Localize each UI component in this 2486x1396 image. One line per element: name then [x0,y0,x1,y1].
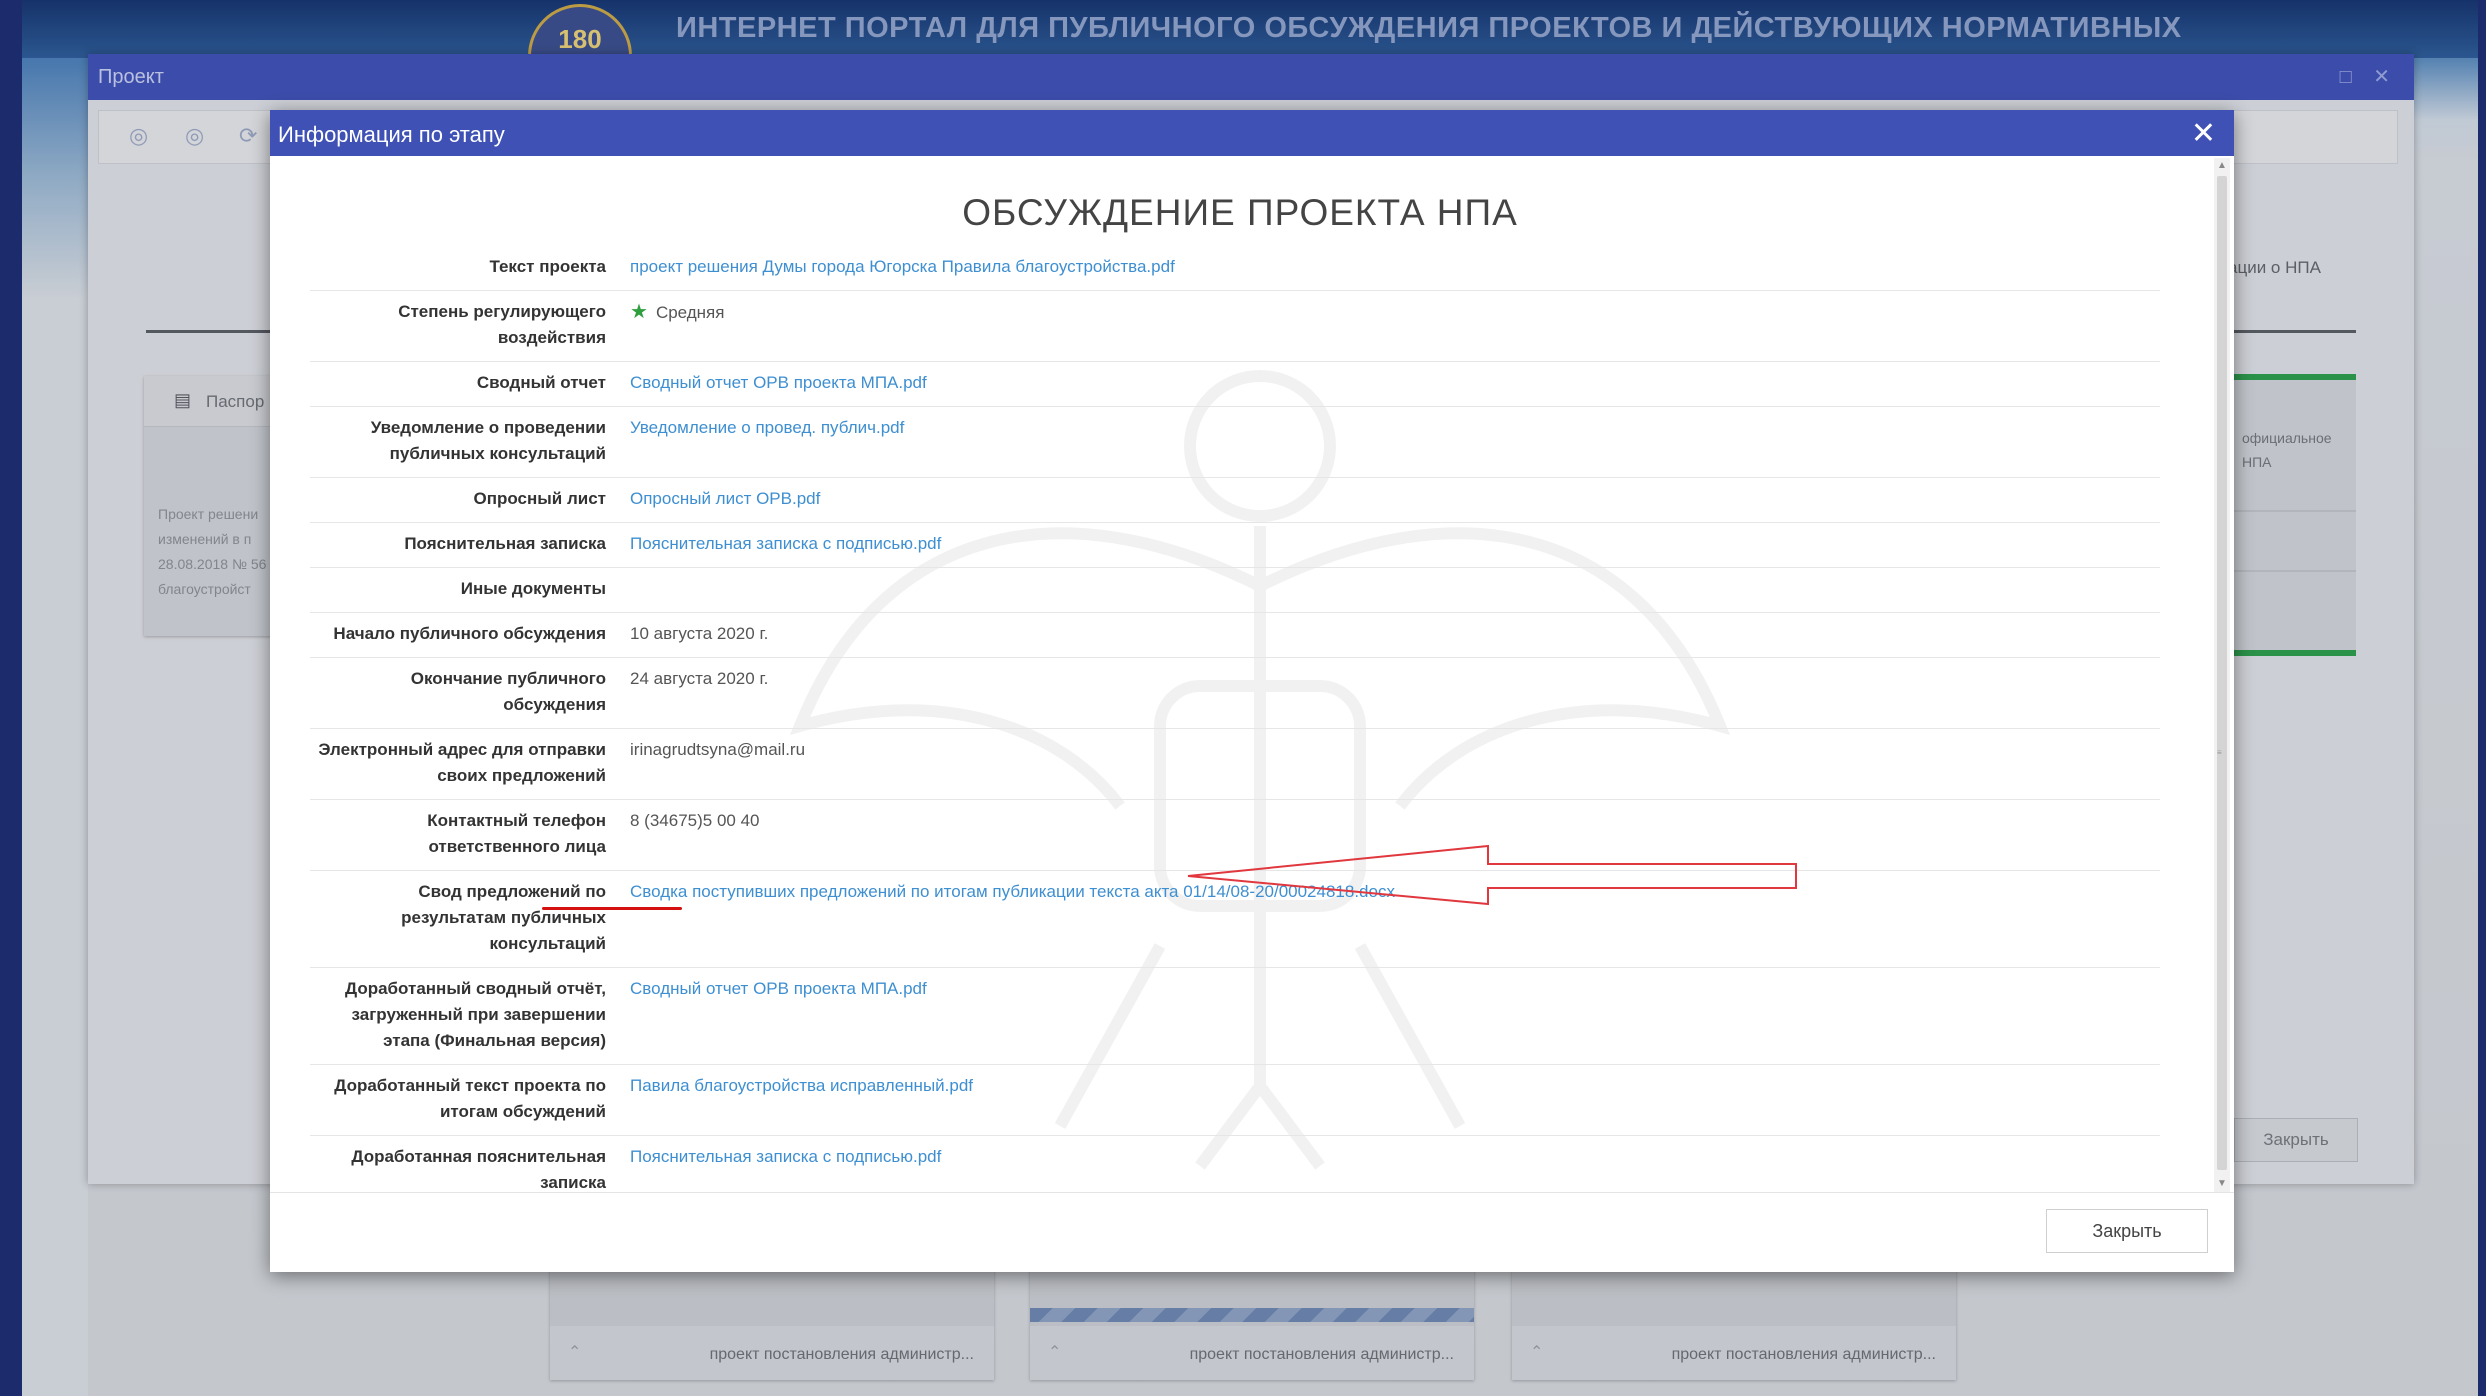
close-icon[interactable]: ✕ [2191,116,2216,151]
scrollbar-thumb[interactable] [2217,176,2227,1170]
table-row: Электронный адрес для отправки своих пре… [310,729,2160,800]
row-label: Свод предложений по результатам публичны… [401,882,606,953]
regulation-degree-value: ★ Средняя [630,299,2160,351]
scroll-grip-icon: ≡ [2217,748,2222,757]
row-label: Доработанный сводный отчёт, загруженный … [345,979,606,1050]
table-row: Окончание публичного обсуждения 24 авгус… [310,658,2160,729]
revised-explanatory-note-link[interactable]: Пояснительная записка с подписью.pdf [630,1144,2160,1192]
discussion-start-date: 10 августа 2020 г. [630,624,769,643]
table-row: Пояснительная записка Пояснительная запи… [310,523,2160,568]
row-label: Доработанная пояснительная записка [351,1147,606,1192]
row-label: Степень регулирующего воздействия [398,302,606,347]
table-row: Уведомление о проведении публичных консу… [310,407,2160,478]
row-label: Сводный отчет [476,373,606,392]
revised-project-text-link[interactable]: Павила благоустройства исправленный.pdf [630,1073,2160,1125]
table-row: Опросный лист Опросный лист ОРВ.pdf [310,478,2160,523]
consultation-notice-link[interactable]: Уведомление о провед. публич.pdf [630,415,2160,467]
regulation-degree-text: Средняя [655,303,725,322]
stage-title: ОБСУЖДЕНИЕ ПРОЕКТА НПА [962,192,1518,233]
row-label: Окончание публичного обсуждения [410,669,606,714]
table-row: Сводный отчет Сводный отчет ОРВ проекта … [310,362,2160,407]
stage-info-table: Текст проекта проект решения Думы города… [310,246,2160,1192]
table-row: Доработанная пояснительная записка Поясн… [310,1136,2160,1192]
project-text-link[interactable]: проект решения Думы города Югорска Прави… [630,254,2160,280]
dialog-title: Информация по этапу [278,122,505,147]
row-label: Текст проекта [489,257,606,276]
scroll-down-icon[interactable]: ▼ [2214,1176,2230,1192]
annotation-arrow-icon [1187,844,1797,906]
row-label: Уведомление о проведении публичных консу… [370,418,606,463]
explanatory-note-link[interactable]: Пояснительная записка с подписью.pdf [630,531,2160,557]
table-row: Доработанный текст проекта по итогам обс… [310,1065,2160,1136]
row-label: Электронный адрес для отправки своих пре… [318,740,606,785]
row-label: Опросный лист [473,489,606,508]
table-row: Иные документы [310,568,2160,613]
final-summary-report-link[interactable]: Сводный отчет ОРВ проекта МПА.pdf [630,976,2160,1054]
stage-info-dialog: Информация по этапу ✕ ОБСУЖДЕНИЕ ПРОЕКТА… [270,110,2234,1272]
discussion-end-date: 24 августа 2020 г. [630,669,769,688]
annotation-underline [542,907,682,910]
table-row: Текст проекта проект решения Думы города… [310,246,2160,291]
scroll-up-icon[interactable]: ▲ [2214,158,2230,174]
row-label: Иные документы [460,579,606,598]
questionnaire-link[interactable]: Опросный лист ОРВ.pdf [630,486,2160,512]
dialog-titlebar: Информация по этапу ✕ [270,110,2234,156]
dialog-footer: Закрыть [270,1192,2234,1273]
table-row: Начало публичного обсуждения 10 августа … [310,613,2160,658]
row-label: Доработанный текст проекта по итогам обс… [334,1076,606,1121]
close-button[interactable]: Закрыть [2046,1209,2208,1253]
summary-report-link[interactable]: Сводный отчет ОРВ проекта МПА.pdf [630,370,2160,396]
row-label: Контактный телефон ответственного лица [427,811,606,856]
star-icon: ★ [630,301,648,323]
row-label: Начало публичного обсуждения [333,624,606,643]
table-row: Степень регулирующего воздействия ★ Средн… [310,291,2160,362]
row-label: Пояснительная записка [404,534,606,553]
email-value: irinagrudtsyna@mail.ru [630,740,806,759]
dialog-body: ОБСУЖДЕНИЕ ПРОЕКТА НПА Текст проекта про… [270,156,2210,1192]
dialog-scrollbar[interactable]: ▲ ≡ ▼ [2214,158,2230,1192]
table-row: Доработанный сводный отчёт, загруженный … [310,968,2160,1065]
other-documents-value [630,576,2160,602]
